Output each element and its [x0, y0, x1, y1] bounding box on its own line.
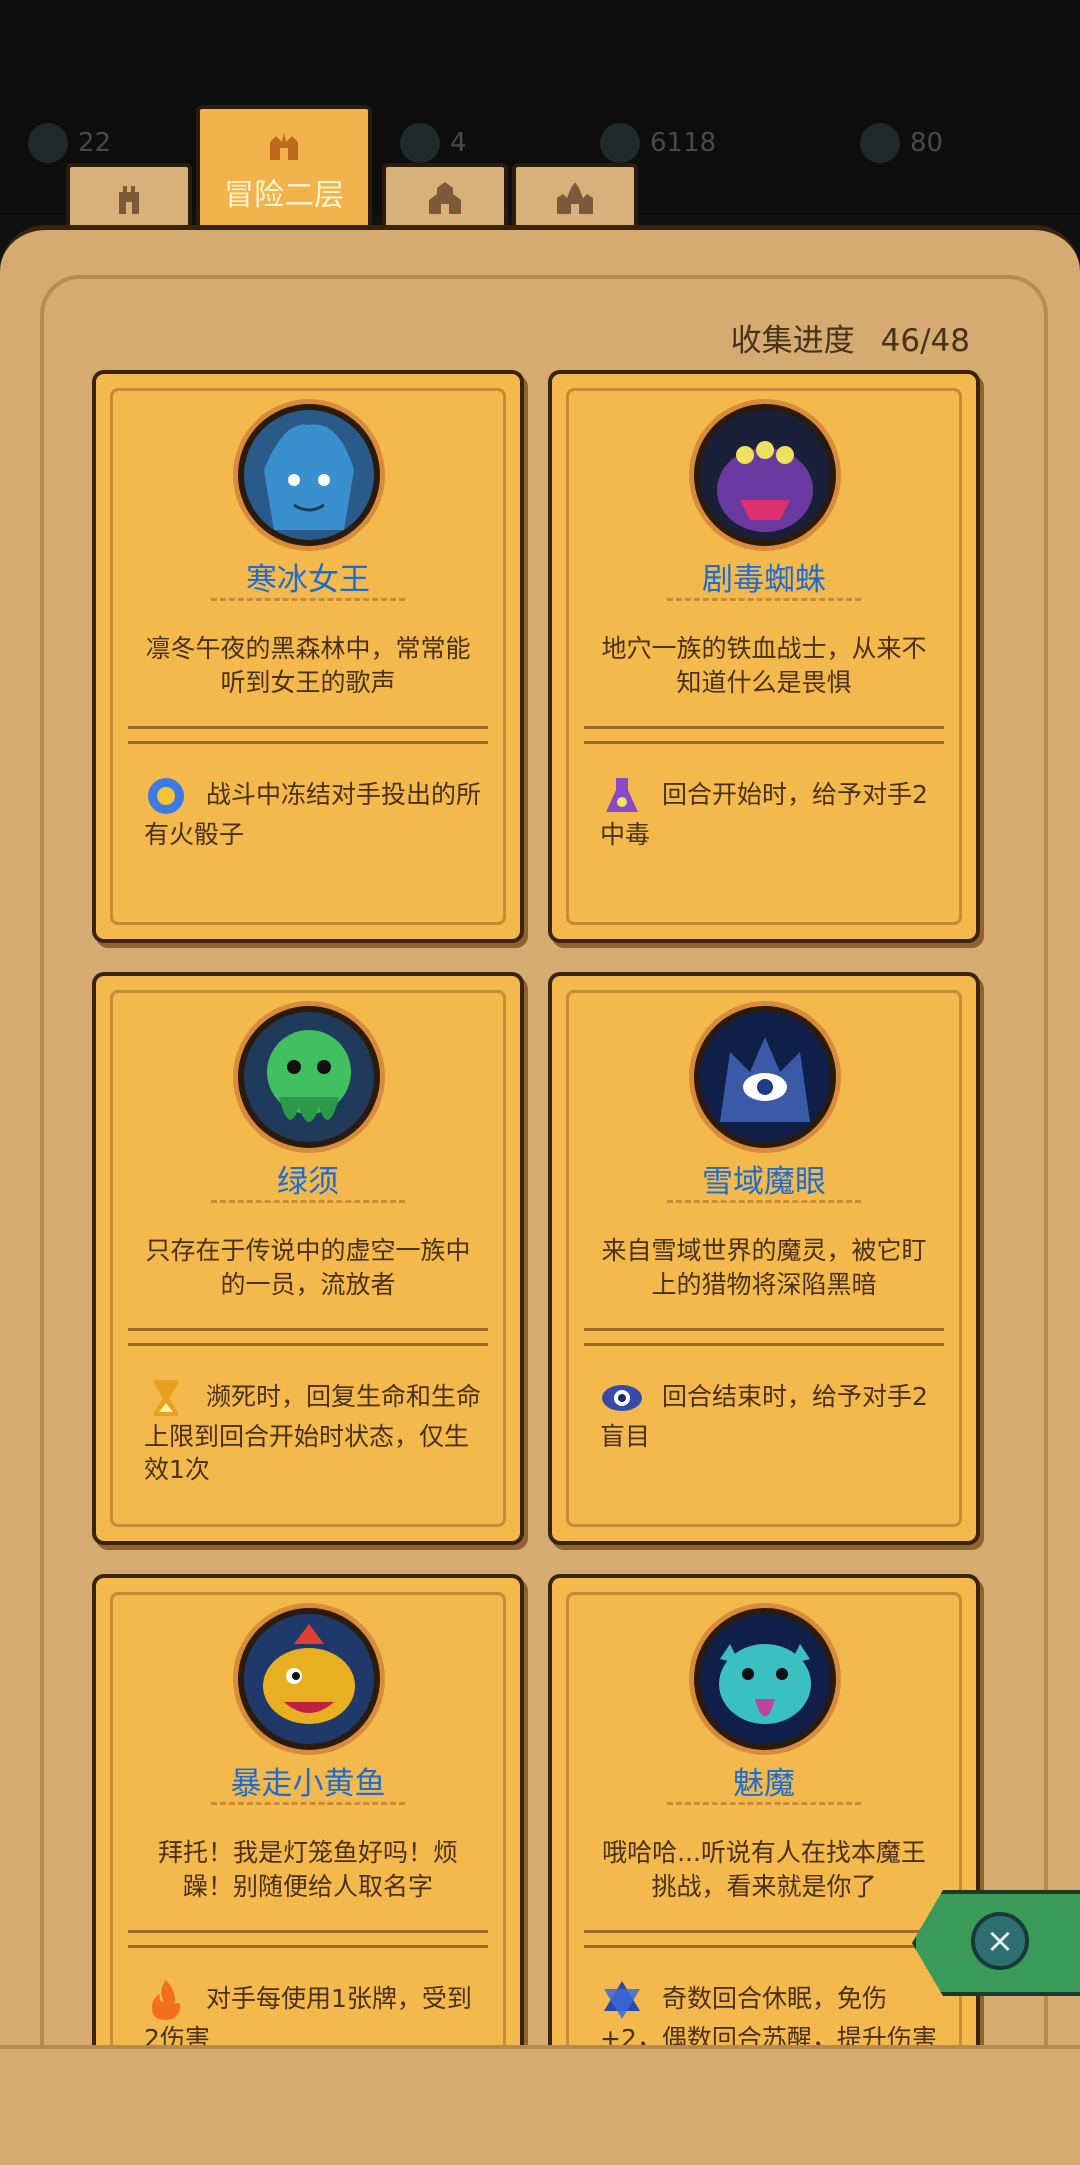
monster-card[interactable]: 剧毒蜘蛛 地穴一族的铁血战士，从来不知道什么是畏惧 回合开始时，给予对手2中毒: [548, 370, 980, 943]
snow-demon-eye-portrait: [694, 1006, 836, 1148]
collection-progress-value: 46/48: [880, 323, 970, 359]
card-ornament-divider: [584, 1930, 944, 1948]
monster-card[interactable]: 绿须 只存在于传说中的虚空一族中的一员，流放者 濒死时，回复生命和生命上限到回合…: [92, 972, 524, 1545]
card-skill-text: 战斗中冻结对手投出的所有火骰子: [144, 780, 482, 849]
card-ornament-divider: [128, 726, 488, 744]
tab-floor-1[interactable]: [66, 163, 192, 229]
monster-card[interactable]: 寒冰女王 凛冬午夜的黑森林中，常常能听到女王的歌声 战斗中冻结对手投出的所有火骰…: [92, 370, 524, 943]
card-ornament-divider: [584, 1328, 944, 1346]
poison-flask-icon: [600, 774, 644, 818]
card-description: 凛冬午夜的黑森林中，常常能听到女王的歌声: [145, 634, 471, 697]
card-name-divider: [211, 1200, 405, 1203]
hexagram-icon: [600, 1978, 644, 2022]
card-skill-text: 对手每使用1张牌，受到2伤害: [144, 1984, 472, 2050]
card-name: 雪域魔眼: [702, 1164, 826, 1200]
panel-bottom-frame: [0, 2045, 1080, 2164]
castle-icon: [270, 132, 298, 160]
poison-spider-portrait: [694, 404, 836, 546]
ice-queen-portrait: [238, 404, 380, 546]
card-name: 暴走小黄鱼: [230, 1766, 386, 1802]
tab-floor-2-label: 冒险二层: [224, 178, 344, 213]
collection-progress: 收集进度 46/48: [731, 315, 970, 360]
monster-card[interactable]: 雪域魔眼 来自雪域世界的魔灵，被它盯上的猎物将深陷黑暗 回合结束时，给予对手2盲…: [548, 972, 980, 1545]
card-name: 剧毒蜘蛛: [702, 562, 826, 598]
monster-card[interactable]: 暴走小黄鱼 拜托！我是灯笼鱼好吗！烦躁！别随便给人取名字 对手每使用1张牌，受到…: [92, 1574, 524, 2050]
card-name-divider: [667, 1200, 861, 1203]
tab-floor-4[interactable]: [512, 163, 638, 229]
card-skill-text: 回合开始时，给予对手2中毒: [600, 780, 928, 849]
card-description: 哦哈哈...听说有人在找本魔王挑战，看来就是你了: [602, 1838, 926, 1901]
card-ornament-divider: [128, 1930, 488, 1948]
card-name-divider: [211, 1802, 405, 1805]
card-ornament-divider: [584, 726, 944, 744]
card-skill: 回合结束时，给予对手2盲目: [600, 1376, 940, 1453]
floor-tabs: 冒险二层: [0, 105, 1080, 231]
card-description: 拜托！我是灯笼鱼好吗！烦躁！别随便给人取名字: [157, 1838, 458, 1901]
succubus-portrait: [694, 1608, 836, 1750]
card-name: 绿须: [277, 1164, 339, 1200]
green-beard-portrait: [238, 1006, 380, 1148]
card-name: 寒冰女王: [246, 562, 370, 598]
card-skill-text: 回合结束时，给予对手2盲目: [600, 1382, 928, 1451]
tower-icon: [119, 186, 139, 214]
card-name-divider: [667, 598, 861, 601]
card-skill: 战斗中冻结对手投出的所有火骰子: [144, 774, 484, 851]
collection-progress-label: 收集进度: [730, 323, 855, 359]
tab-floor-2[interactable]: 冒险二层: [196, 105, 372, 231]
snowflake-sun-icon: [144, 774, 188, 818]
eye-icon: [600, 1376, 644, 1420]
card-description: 来自雪域世界的魔灵，被它盯上的猎物将深陷黑暗: [601, 1236, 927, 1299]
card-skill: 对手每使用1张牌，受到2伤害: [144, 1978, 484, 2050]
card-ornament-divider: [128, 1328, 488, 1346]
close-icon: ×: [971, 1912, 1029, 1970]
card-name-divider: [211, 598, 405, 601]
card-description: 只存在于传说中的虚空一族中的一员，流放者: [145, 1236, 471, 1299]
fire-burst-icon: [144, 1978, 188, 2022]
fortress-icon: [429, 182, 461, 214]
card-skill: 濒死时，回复生命和生命上限到回合开始时状态，仅生效1次: [144, 1376, 484, 1486]
hourglass-icon: [144, 1376, 188, 1420]
palace-icon: [557, 182, 593, 214]
monster-card[interactable]: 魅魔 哦哈哈...听说有人在找本魔王挑战，看来就是你了 奇数回合休眠，免伤+2，…: [548, 1574, 980, 2050]
card-skill-text: 濒死时，回复生命和生命上限到回合开始时状态，仅生效1次: [144, 1382, 482, 1484]
card-skill: 奇数回合休眠，免伤+2，偶数回合苏醒，提升伤害: [600, 1978, 940, 2050]
card-description: 地穴一族的铁血战士，从来不知道什么是畏惧: [601, 634, 927, 697]
tab-floor-3[interactable]: [382, 163, 508, 229]
card-name: 魅魔: [733, 1766, 795, 1802]
close-button[interactable]: ×: [912, 1890, 1080, 1996]
monster-card-grid: 寒冰女王 凛冬午夜的黑森林中，常常能听到女王的歌声 战斗中冻结对手投出的所有火骰…: [92, 370, 992, 2050]
card-skill-text: 奇数回合休眠，免伤+2，偶数回合苏醒，提升伤害: [600, 1984, 937, 2050]
card-name-divider: [667, 1802, 861, 1805]
yellow-fish-portrait: [238, 1608, 380, 1750]
collection-panel: 收集进度 46/48 寒冰女王 凛冬午夜的黑森林中，常常能听到女王的歌声 战斗中冻…: [0, 225, 1080, 2165]
card-skill: 回合开始时，给予对手2中毒: [600, 774, 940, 851]
